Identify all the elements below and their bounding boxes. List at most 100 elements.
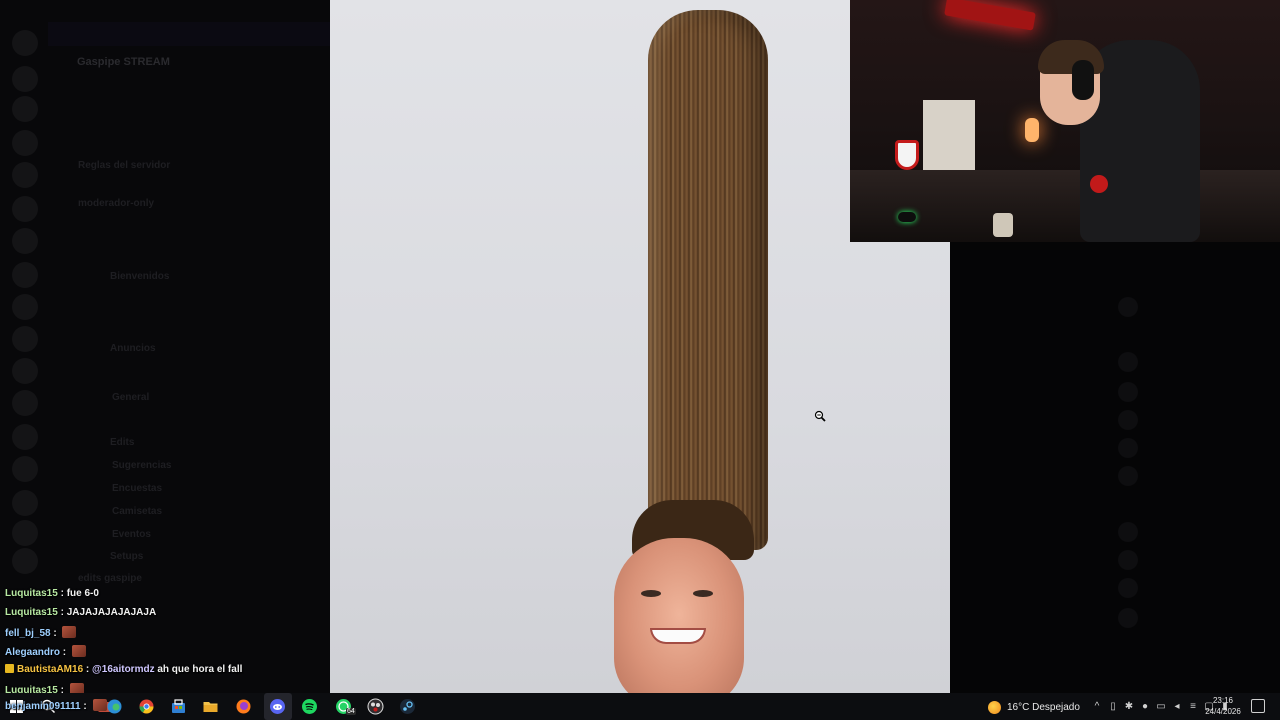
weather-text: 16°C Despejado	[1007, 701, 1080, 713]
smile	[650, 628, 706, 644]
discord-top-bar	[48, 22, 330, 46]
usb-icon[interactable]: ▯	[1108, 701, 1118, 713]
notification-center-icon[interactable]	[1251, 699, 1265, 713]
server-icon[interactable]	[12, 358, 38, 384]
chat-text: fue 6-0	[66, 588, 99, 599]
zoom-out-cursor-icon	[814, 410, 826, 422]
weather-widget[interactable]: 16°C Despejado	[988, 699, 1080, 715]
tall-hair	[648, 10, 768, 550]
chat-text: ah que hora el fall	[157, 664, 243, 675]
channel-item[interactable]: Eventos	[112, 529, 151, 545]
left-eye	[641, 590, 661, 597]
sun-icon	[988, 700, 1001, 714]
server-icon[interactable]	[12, 30, 38, 56]
server-icon[interactable]	[12, 326, 38, 352]
channel-label: Anuncios	[110, 343, 156, 354]
server-name: Gaspipe STREAM	[77, 56, 170, 68]
chat-text: JAJAJAJAJAJAJA	[66, 607, 157, 618]
chat-message: Luquitas15 : JAJAJAJAJAJAJA	[5, 607, 157, 618]
member-avatar[interactable]	[1118, 550, 1138, 570]
chevron-up-icon[interactable]: ^	[1092, 701, 1102, 713]
language-icon[interactable]: ≡	[1188, 701, 1198, 713]
channel-label: Encuestas	[112, 483, 163, 494]
subscriber-badge-icon	[5, 664, 14, 673]
member-avatar[interactable]	[1118, 578, 1138, 598]
member-avatar[interactable]	[1118, 438, 1138, 458]
volume-icon[interactable]: ◂	[1172, 701, 1182, 713]
server-icon[interactable]	[12, 228, 38, 254]
right-eye	[693, 590, 713, 597]
channel-item[interactable]: Reglas del servidor	[78, 160, 170, 176]
headset	[1072, 60, 1094, 100]
server-icon[interactable]	[12, 456, 38, 482]
channel-item[interactable]: General	[112, 392, 149, 408]
server-icon[interactable]	[12, 196, 38, 222]
clock-date: 24/4/2026	[1205, 707, 1241, 716]
server-icon[interactable]	[12, 66, 38, 92]
mate-cup	[993, 213, 1013, 237]
streamer-hair	[1038, 40, 1104, 74]
chat-username: Alegaandro	[5, 647, 61, 658]
file-explorer-icon[interactable]	[202, 698, 219, 715]
channel-label: Bienvenidos	[110, 271, 170, 282]
emote-icon	[92, 699, 107, 711]
app-tray-icon[interactable]: ✱	[1124, 701, 1134, 713]
chat-message: BautistaAM16 : @16aitormdz ah que hora e…	[5, 664, 242, 682]
emote-icon	[71, 645, 86, 657]
channel-item[interactable]: Sugerencias	[112, 460, 171, 476]
clock-time: 23:16	[1212, 696, 1234, 705]
screen: Gaspipe STREAM Reglas del servidor moder…	[0, 0, 1280, 720]
member-avatar[interactable]	[1118, 297, 1138, 317]
chat-username: Luquitas15	[5, 588, 58, 599]
windows-taskbar: 64 16°C Despejado ^ ▯ ✱ ● ▭ ◂ ≡ ▢ ▮ 23:1…	[0, 693, 1280, 720]
member-avatar[interactable]	[1118, 410, 1138, 430]
channel-label: Camisetas	[112, 506, 163, 517]
member-avatar[interactable]	[1118, 608, 1138, 628]
member-avatar[interactable]	[1118, 352, 1138, 372]
channel-item[interactable]: Encuestas	[112, 483, 162, 499]
channel-label: Edits	[110, 437, 135, 448]
server-header[interactable]: Gaspipe STREAM	[52, 52, 252, 72]
chat-username: BautistaAM16	[17, 664, 84, 675]
whatsapp-unread-badge: 64	[346, 708, 356, 715]
server-icon[interactable]	[12, 548, 38, 574]
channel-item[interactable]: Anuncios	[110, 343, 156, 359]
man-face	[614, 538, 744, 693]
steam-icon[interactable]	[399, 698, 416, 715]
firefox-icon[interactable]	[235, 698, 252, 715]
server-icon[interactable]	[12, 390, 38, 416]
server-icon[interactable]	[12, 520, 38, 546]
desk	[850, 170, 1280, 242]
channel-item[interactable]: Bienvenidos	[110, 271, 169, 287]
channel-item[interactable]: Camisetas	[112, 506, 162, 522]
member-avatar[interactable]	[1118, 382, 1138, 402]
microphone-icon[interactable]: ●	[1140, 701, 1150, 713]
chat-message: fell_bj_58 :	[5, 626, 77, 644]
channel-item[interactable]: moderador-only	[78, 198, 154, 214]
pegboard	[923, 100, 975, 170]
server-icon[interactable]	[12, 424, 38, 450]
member-avatar[interactable]	[1118, 522, 1138, 542]
lamp	[1025, 118, 1039, 142]
server-icon[interactable]	[12, 162, 38, 188]
webcam-feed	[850, 0, 1280, 242]
channel-item[interactable]: Edits	[110, 437, 134, 453]
store-icon[interactable]	[170, 698, 187, 715]
server-icon[interactable]	[12, 262, 38, 288]
display-icon[interactable]: ▭	[1156, 701, 1166, 713]
server-icon[interactable]	[12, 96, 38, 122]
edge-icon[interactable]	[106, 698, 123, 715]
chat-username: benjamin091111	[5, 701, 81, 712]
server-icon[interactable]	[12, 130, 38, 156]
member-avatar[interactable]	[1118, 466, 1138, 486]
chrome-icon[interactable]	[138, 698, 155, 715]
red-led-light	[944, 0, 1036, 31]
obs-icon[interactable]	[367, 698, 384, 715]
spotify-icon[interactable]	[301, 698, 318, 715]
server-icon[interactable]	[12, 490, 38, 516]
system-clock[interactable]: 23:16 24/4/2026	[1200, 695, 1246, 717]
channel-item[interactable]: Setups	[110, 551, 143, 567]
discord-icon[interactable]	[269, 698, 286, 715]
server-icon[interactable]	[12, 294, 38, 320]
hoodie-logo-icon	[1090, 175, 1108, 193]
